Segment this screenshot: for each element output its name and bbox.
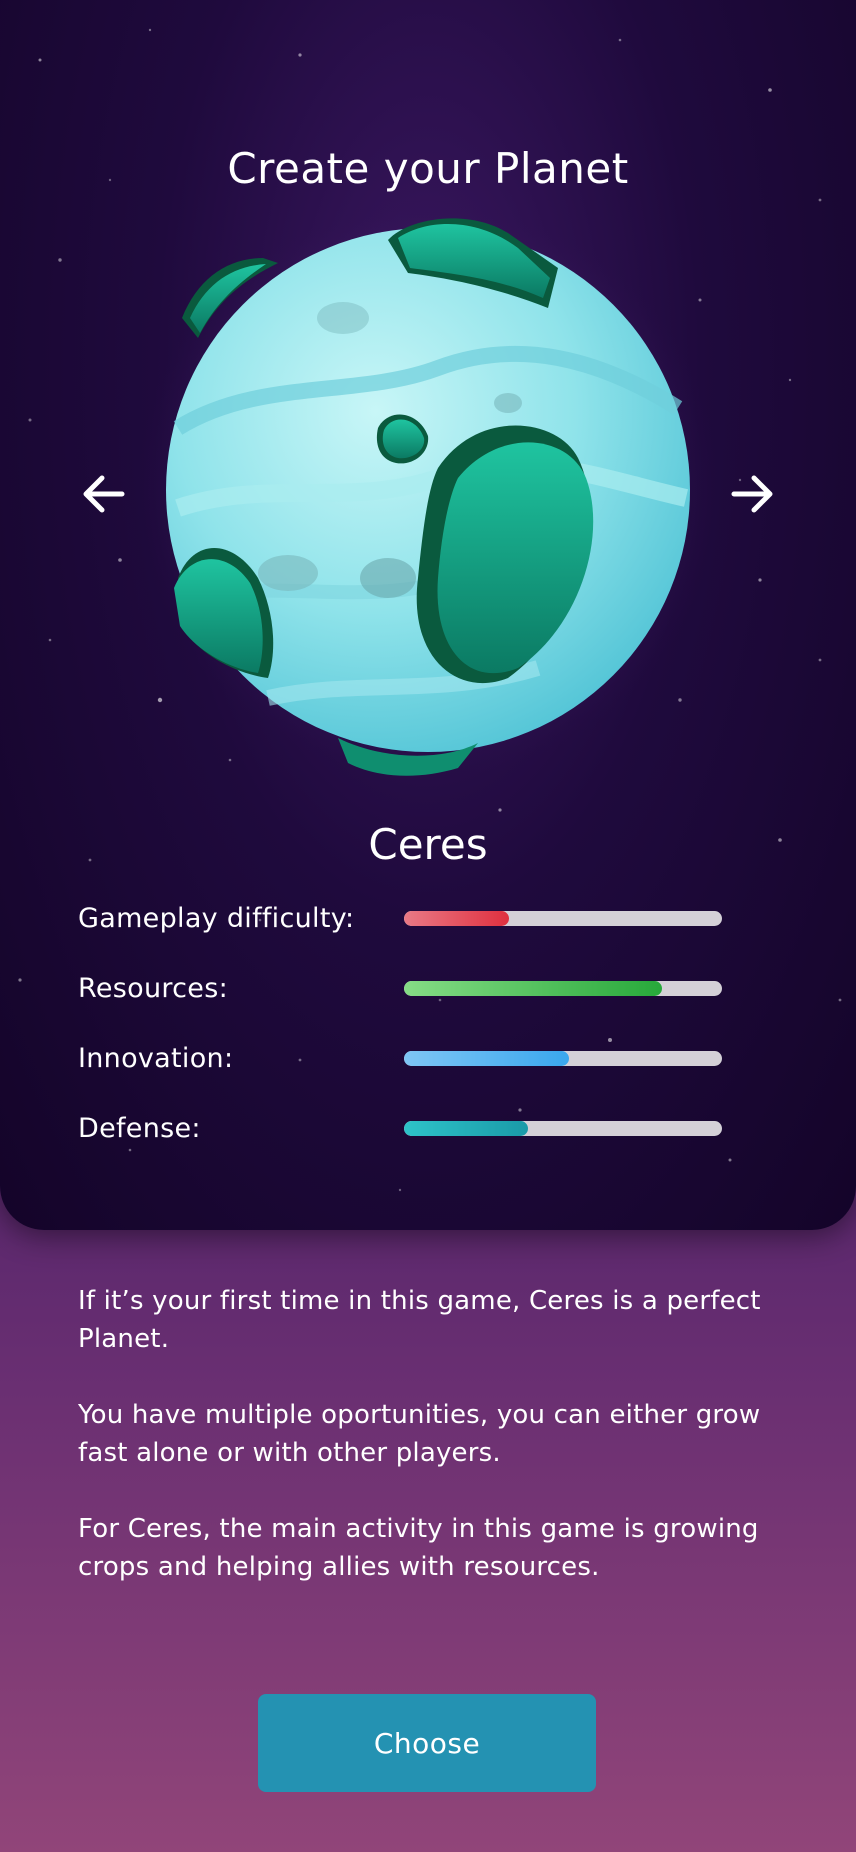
arrow-left-icon — [83, 475, 125, 513]
stat-bar-fill — [404, 1050, 570, 1066]
stat-bar-innovation — [404, 1050, 722, 1066]
stat-label: Resources: — [78, 972, 228, 1004]
stat-label: Gameplay difficulty: — [78, 902, 355, 934]
planet-card: Create your Planet Ceres Gameplay diffic… — [0, 0, 856, 1230]
arrow-right-icon — [731, 475, 773, 513]
stat-bar-defense — [404, 1120, 722, 1136]
choose-button[interactable]: Choose — [258, 1694, 596, 1792]
stat-row-innovation: Innovation: — [78, 1038, 724, 1078]
planet-name: Ceres — [368, 820, 488, 869]
stat-bar-resources — [404, 980, 722, 996]
stat-bar-fill — [404, 980, 662, 996]
stat-row-resources: Resources: — [78, 968, 724, 1008]
next-planet-button[interactable] — [722, 464, 782, 524]
stat-row-defense: Defense: — [78, 1108, 724, 1148]
previous-planet-button[interactable] — [74, 464, 134, 524]
stat-bar-fill — [404, 1120, 529, 1136]
stat-bar-gameplay-difficulty — [404, 910, 722, 926]
description-paragraph: If it’s your first time in this game, Ce… — [78, 1286, 761, 1354]
stat-bar-fill — [404, 910, 509, 926]
description-paragraph: For Ceres, the main activity in this gam… — [78, 1514, 759, 1582]
planet-illustration — [138, 198, 718, 778]
stat-label: Defense: — [78, 1112, 201, 1144]
stat-label: Innovation: — [78, 1042, 234, 1074]
description-paragraph: You have multiple oportunities, you can … — [78, 1400, 761, 1468]
stat-row-gameplay-difficulty: Gameplay difficulty: — [78, 898, 724, 938]
